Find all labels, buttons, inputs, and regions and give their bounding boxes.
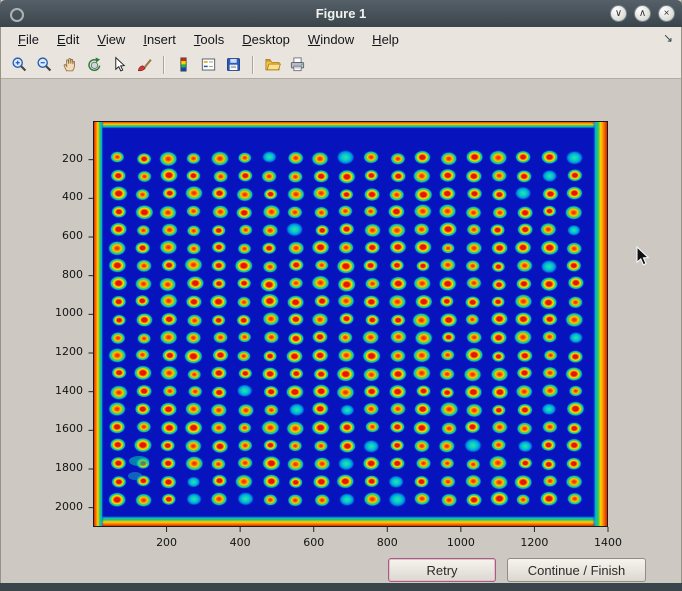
toolbar-print-button[interactable] [286,53,309,76]
y-tick-label: 1400 [23,384,83,397]
y-tick-label: 800 [23,268,83,281]
rotate-3d-icon [86,56,103,73]
toolbar [1,51,681,79]
window-menu-icon[interactable] [10,8,24,22]
window-controls: ∨ ∧ × [610,5,675,22]
window-title: Figure 1 [316,6,367,21]
x-tick-label: 800 [363,536,411,549]
heatmap-image [93,121,608,527]
toolbar-colorbar-button[interactable] [172,53,195,76]
heatmap-smudge [129,456,149,466]
x-tick-label: 1000 [437,536,485,549]
figure-axes[interactable] [87,118,614,540]
y-tick-label: 1000 [23,306,83,319]
y-tick-label: 600 [23,229,83,242]
y-tick-label: 1600 [23,422,83,435]
menu-items: FileEditViewInsertToolsDesktopWindowHelp [9,30,408,49]
y-tick-label: 1200 [23,345,83,358]
toolbar-brush-button[interactable] [133,53,156,76]
toolbar-rotate-3d-button[interactable] [83,53,106,76]
y-tick-label: 200 [23,152,83,165]
data-cursor-icon [111,56,128,73]
x-tick-label: 1400 [584,536,632,549]
menu-view[interactable]: View [88,30,134,49]
toolbar-save-button[interactable] [222,53,245,76]
maximize-button[interactable]: ∧ [634,5,651,22]
figure-window: Figure 1 ∨ ∧ × FileEditViewInsertToolsDesk… [0,0,682,591]
toolbar-separator [163,56,165,74]
menu-edit[interactable]: Edit [48,30,88,49]
menu-help[interactable]: Help [363,30,408,49]
continue-finish-button[interactable]: Continue / Finish [507,558,646,582]
toolbar-data-cursor-button[interactable] [108,53,131,76]
menu-desktop[interactable]: Desktop [233,30,299,49]
toolbar-separator [252,56,254,74]
x-tick-label: 400 [216,536,264,549]
y-tick-label: 2000 [23,500,83,513]
toolbar-zoom-out-button[interactable] [33,53,56,76]
retry-button[interactable]: Retry [388,558,496,582]
print-icon [289,56,306,73]
pan-icon [61,56,78,73]
menu-insert[interactable]: Insert [134,30,185,49]
close-button[interactable]: × [658,5,675,22]
toolbar-legend-button[interactable] [197,53,220,76]
zoom-in-icon [11,56,28,73]
window-bottom-border [0,583,682,591]
x-tick-label: 600 [290,536,338,549]
legend-icon [200,56,217,73]
menu-overflow-icon[interactable]: ↘ [663,31,673,45]
menu-file[interactable]: File [9,30,48,49]
save-icon [225,56,242,73]
menubar: FileEditViewInsertToolsDesktopWindowHelp [1,27,681,51]
colorbar-icon [175,56,192,73]
minimize-button[interactable]: ∨ [610,5,627,22]
y-tick-label: 1800 [23,461,83,474]
open-folder-icon [264,56,281,73]
zoom-out-icon [36,56,53,73]
y-tick-label: 400 [23,190,83,203]
toolbar-open-folder-button[interactable] [261,53,284,76]
brush-icon [136,56,153,73]
toolbar-zoom-in-button[interactable] [8,53,31,76]
toolbar-pan-button[interactable] [58,53,81,76]
menu-window[interactable]: Window [299,30,363,49]
figure-canvas: Retry Continue / Finish 200 400 600 800 1000… [1,79,681,583]
titlebar[interactable]: Figure 1 ∨ ∧ × [0,0,682,27]
x-tick-label: 1200 [510,536,558,549]
x-tick-label: 200 [143,536,191,549]
heatmap-smudge [128,472,142,480]
menu-tools[interactable]: Tools [185,30,233,49]
